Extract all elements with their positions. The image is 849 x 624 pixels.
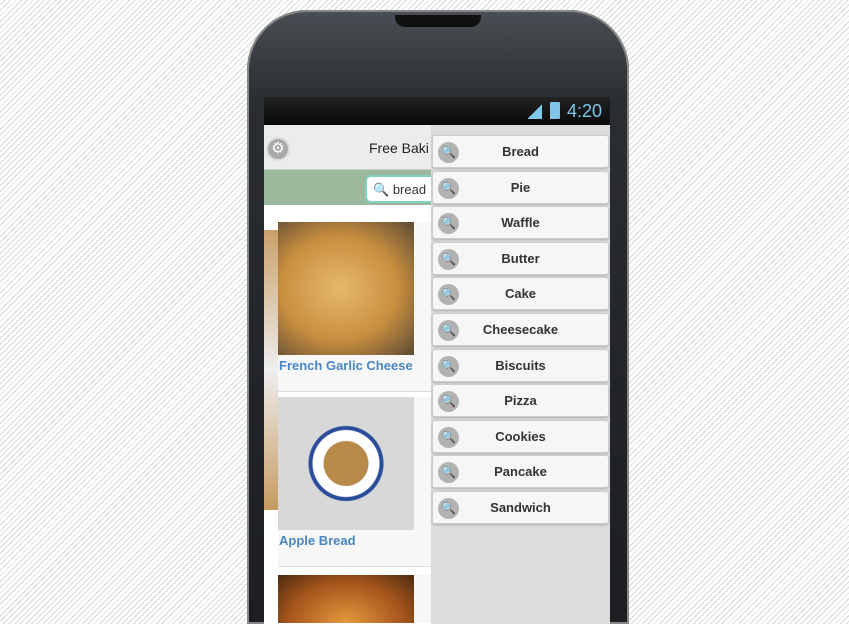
menu-item-label: Bread (502, 144, 539, 159)
search-icon: 🔍 (438, 355, 459, 377)
menu-item-bread[interactable]: 🔍 Bread (432, 135, 609, 168)
clock: 4:20 (566, 101, 602, 121)
search-value: bread (392, 182, 427, 197)
screen: 4:20 ⚙ Free Baki 🔍 bread French Garlic C… (264, 97, 610, 624)
recipe-title[interactable]: French Garlic Cheese (278, 355, 432, 391)
search-band: 🔍 bread (264, 170, 445, 205)
speaker (395, 15, 481, 27)
menu-item-label: Sandwich (490, 500, 551, 515)
menu-item-label: Cheesecake (482, 322, 559, 337)
recipe-image (278, 575, 414, 623)
settings-gear-icon[interactable]: ⚙ (266, 137, 290, 161)
recipe-title[interactable]: Apple Bread (278, 530, 432, 566)
app: ⚙ Free Baki 🔍 bread French Garlic Cheese… (264, 125, 610, 624)
menu-item-pie[interactable]: 🔍 Pie (432, 170, 609, 204)
side-image (264, 230, 278, 510)
battery-icon (550, 102, 560, 119)
menu-item-waffle[interactable]: 🔍 Waffle (432, 206, 609, 240)
menu-item-label: Cookies (495, 428, 546, 444)
menu-item-pizza[interactable]: 🔍 Pizza (432, 384, 609, 418)
menu-item-label: Pie (510, 179, 531, 195)
menu-item-cookies[interactable]: 🔍 Cookies (432, 419, 609, 453)
recipe-card[interactable]: French Garlic Cheese (278, 222, 432, 392)
menu-item-pancake[interactable]: 🔍 Pancake (432, 455, 609, 489)
search-icon: 🔍 (438, 142, 459, 163)
menu-item-label: Cake (504, 286, 537, 302)
recipe-list: French Garlic Cheese Apple Bread (264, 205, 432, 624)
recipe-card[interactable]: Apple Bread (278, 397, 432, 567)
menu-item-label: Pancake (494, 464, 547, 480)
recipe-card[interactable] (278, 575, 432, 623)
category-menu: 🔍 Bread 🔍 Pie 🔍 Waffle 🔍 Butter 🔍 Cake 🔍 Cheesecake… (431, 125, 610, 624)
menu-item-sandwich[interactable]: 🔍 Sandwich (432, 491, 609, 524)
menu-item-label: Biscuits (495, 357, 546, 373)
search-icon: 🔍 (438, 498, 459, 519)
menu-item-label: Pizza (504, 393, 537, 409)
search-icon: 🔍 (438, 320, 459, 341)
menu-item-butter[interactable]: 🔍 Butter (432, 241, 609, 275)
signal-icon (528, 103, 542, 119)
status-bar: 4:20 (264, 97, 610, 125)
page-title: Free Baki (369, 140, 429, 156)
recipe-image (278, 222, 414, 355)
menu-item-label: Waffle (501, 215, 540, 231)
menu-item-cake[interactable]: 🔍 Cake (432, 277, 609, 311)
menu-item-biscuits[interactable]: 🔍 Biscuits (432, 348, 609, 382)
header: ⚙ Free Baki (264, 125, 432, 170)
search-icon: 🔍 (438, 177, 459, 199)
menu-item-cheesecake[interactable]: 🔍 Cheesecake (432, 313, 609, 346)
search-icon: 🔍 (438, 426, 459, 448)
menu-item-label: Butter (501, 250, 540, 266)
recipe-image (278, 397, 414, 530)
search-icon: 🔍 (438, 248, 459, 270)
